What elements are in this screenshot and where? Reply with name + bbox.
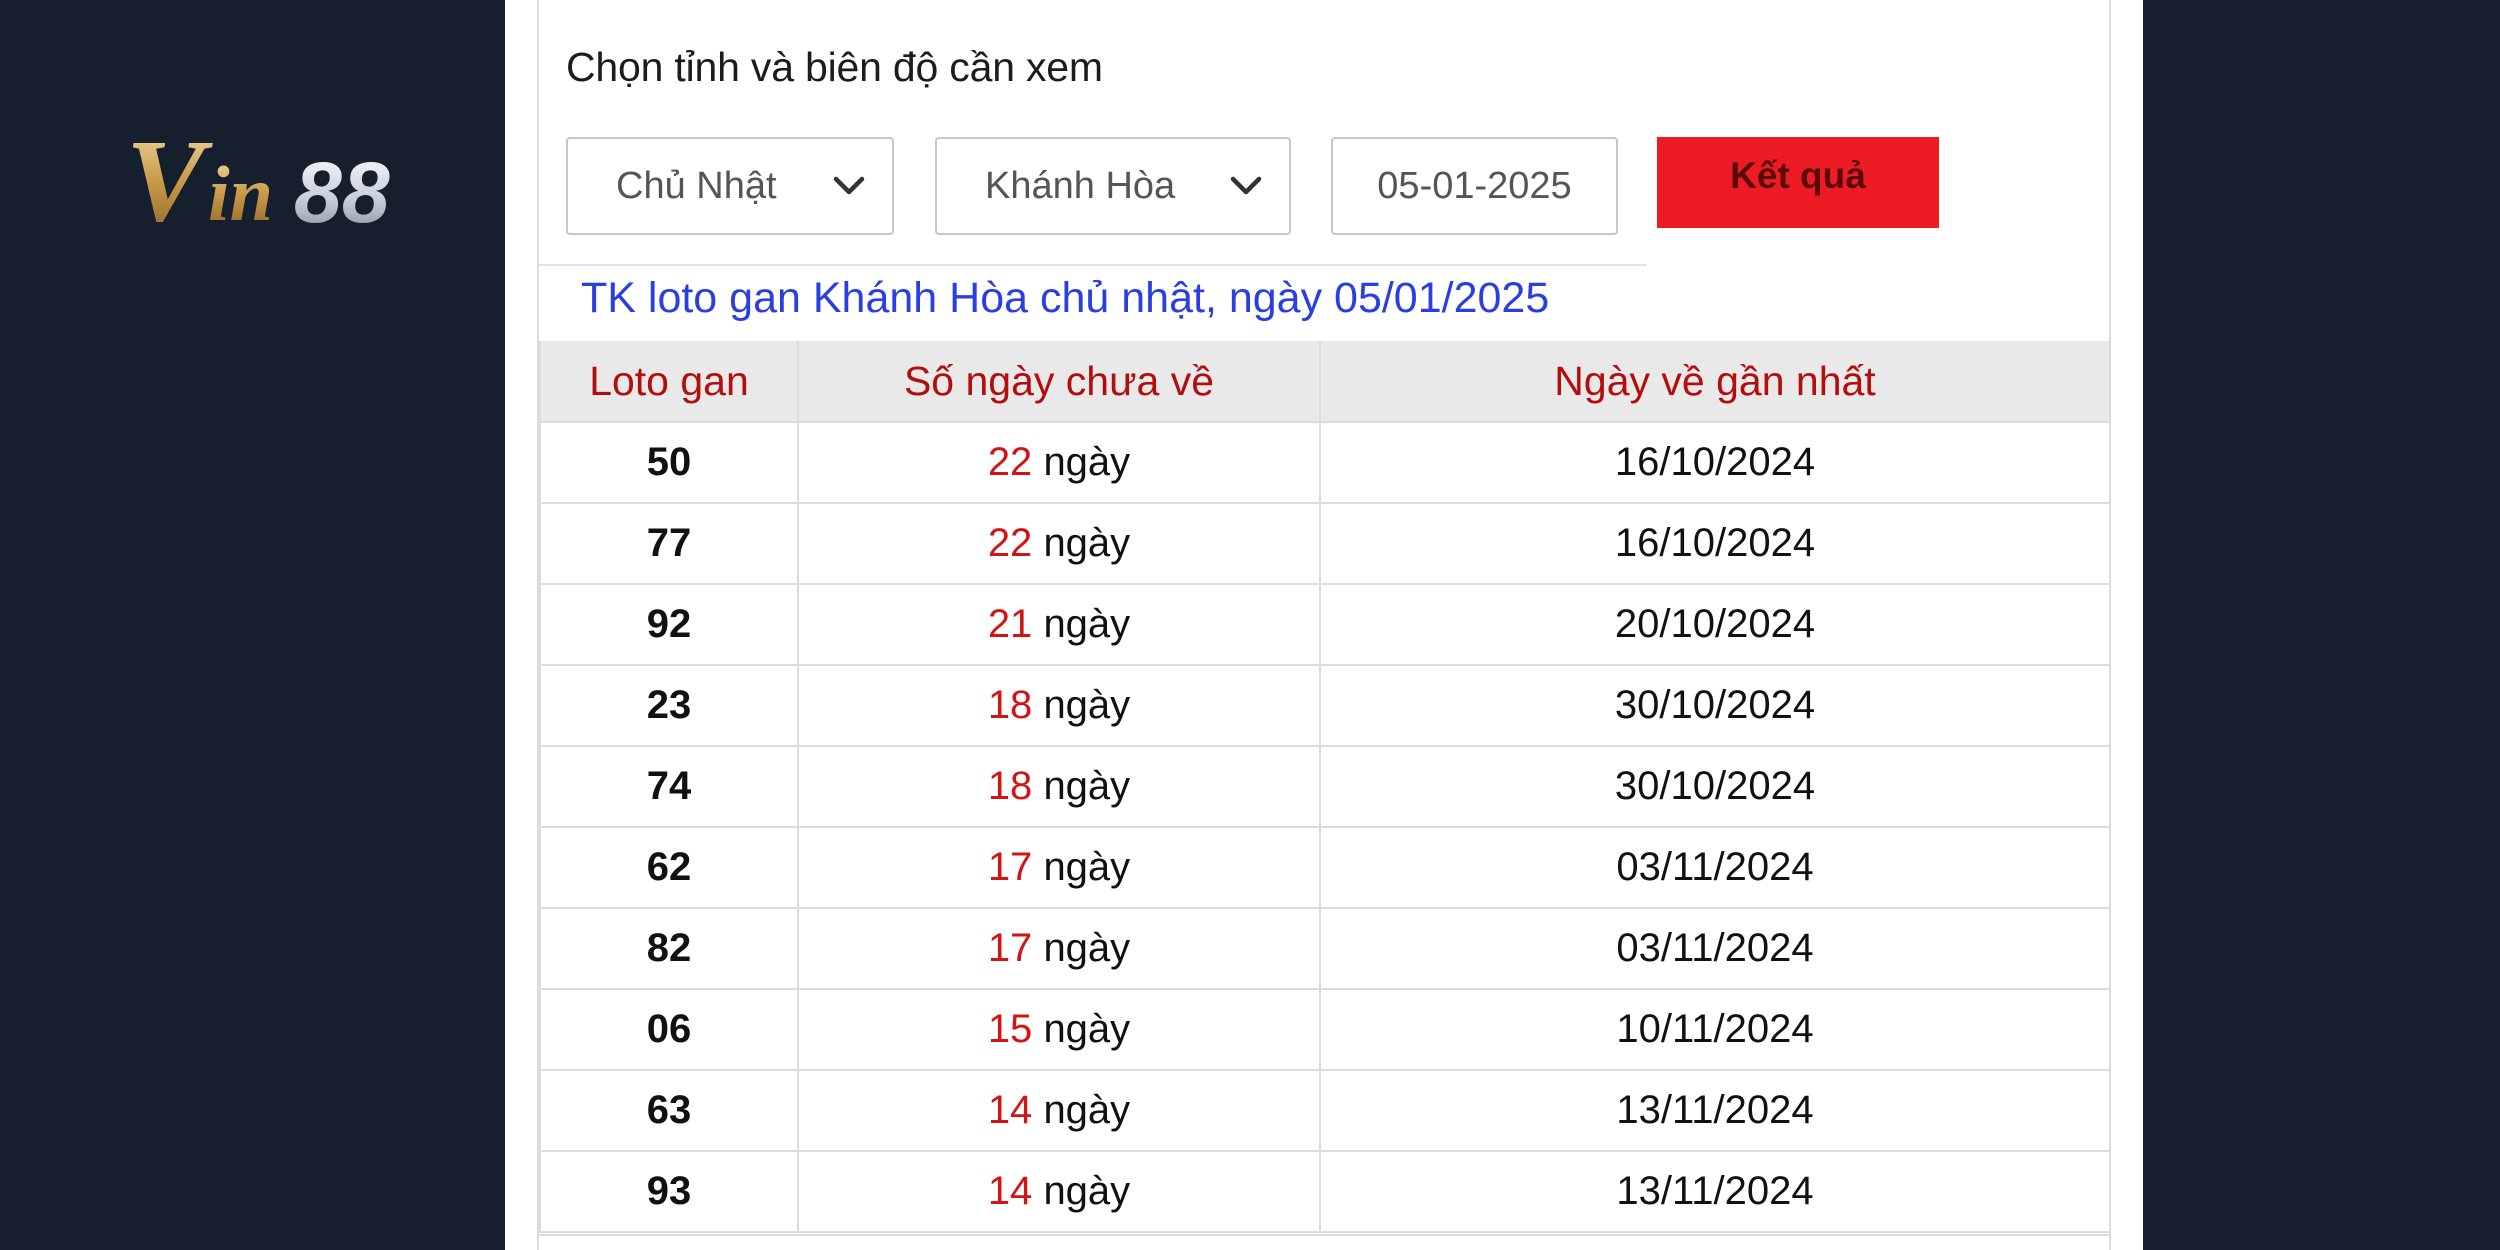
days-unit: ngày xyxy=(1043,521,1131,565)
content-panel: Chọn tỉnh và biên độ cần xem Chủ Nhật Kh… xyxy=(505,0,2143,1250)
loto-number: 63 xyxy=(539,1069,799,1152)
days-count: 21 xyxy=(987,602,1033,646)
loto-number: 93 xyxy=(539,1150,799,1233)
table-header-row: Loto gan Số ngày chưa về Ngày về gần nhấ… xyxy=(539,341,2111,422)
days-unit: ngày xyxy=(1043,440,1131,484)
days-cell: 17 ngày xyxy=(797,826,1321,909)
header-last-date: Ngày về gần nhất xyxy=(1319,341,2111,422)
table-row: 50 22 ngày 16/10/2024 xyxy=(539,421,2111,504)
days-cell: 15 ngày xyxy=(797,988,1321,1071)
svg-text:in: in xyxy=(208,150,273,237)
table-bottom-border xyxy=(539,1234,2109,1236)
chevron-down-icon xyxy=(833,176,865,195)
days-count: 15 xyxy=(987,1007,1033,1051)
days-cell: 22 ngày xyxy=(797,421,1321,504)
days-count: 14 xyxy=(987,1169,1033,1213)
loto-number: 77 xyxy=(539,502,799,585)
days-unit: ngày xyxy=(1043,764,1131,808)
days-cell: 14 ngày xyxy=(797,1150,1321,1233)
loto-gan-table: Loto gan Số ngày chưa về Ngày về gần nhấ… xyxy=(539,341,2111,1233)
day-select-value: Chủ Nhật xyxy=(616,164,777,207)
table-row: 23 18 ngày 30/10/2024 xyxy=(539,664,2111,747)
days-cell: 22 ngày xyxy=(797,502,1321,585)
svg-text:V: V xyxy=(126,118,213,238)
last-date: 03/11/2024 xyxy=(1319,826,2111,909)
last-date: 20/10/2024 xyxy=(1319,583,2111,666)
days-cell: 21 ngày xyxy=(797,583,1321,666)
days-cell: 18 ngày xyxy=(797,664,1321,747)
loto-number: 50 xyxy=(539,421,799,504)
table-row: 06 15 ngày 10/11/2024 xyxy=(539,988,2111,1071)
table-row: 92 21 ngày 20/10/2024 xyxy=(539,583,2111,666)
last-date: 13/11/2024 xyxy=(1319,1069,2111,1152)
loto-number: 82 xyxy=(539,907,799,990)
days-unit: ngày xyxy=(1043,602,1131,646)
last-date: 10/11/2024 xyxy=(1319,988,2111,1071)
days-unit: ngày xyxy=(1043,683,1131,727)
vin88-logo-graphic: V in 88 xyxy=(126,118,390,238)
last-date: 16/10/2024 xyxy=(1319,502,2111,585)
days-count: 22 xyxy=(987,521,1033,565)
days-count: 18 xyxy=(987,683,1033,727)
date-input[interactable] xyxy=(1331,137,1618,235)
days-cell: 14 ngày xyxy=(797,1069,1321,1152)
days-unit: ngày xyxy=(1043,1169,1131,1213)
table-row: 74 18 ngày 30/10/2024 xyxy=(539,745,2111,828)
days-count: 22 xyxy=(987,440,1033,484)
svg-text:88: 88 xyxy=(294,145,390,238)
table-row: 77 22 ngày 16/10/2024 xyxy=(539,502,2111,585)
days-count: 17 xyxy=(987,926,1033,970)
loto-number: 92 xyxy=(539,583,799,666)
table-row: 93 14 ngày 13/11/2024 xyxy=(539,1150,2111,1233)
vin88-logo: V in 88 xyxy=(120,118,480,238)
loto-number: 23 xyxy=(539,664,799,747)
result-button[interactable]: Kết quả xyxy=(1657,137,1939,228)
days-unit: ngày xyxy=(1043,926,1131,970)
days-count: 14 xyxy=(987,1088,1033,1132)
days-count: 18 xyxy=(987,764,1033,808)
days-cell: 17 ngày xyxy=(797,907,1321,990)
chevron-down-icon xyxy=(1230,176,1262,195)
filter-heading: Chọn tỉnh và biên độ cần xem xyxy=(566,44,1103,90)
table-row: 82 17 ngày 03/11/2024 xyxy=(539,907,2111,990)
last-date: 13/11/2024 xyxy=(1319,1150,2111,1233)
days-cell: 18 ngày xyxy=(797,745,1321,828)
divider xyxy=(537,264,1647,266)
province-select[interactable]: Khánh Hòa xyxy=(935,137,1291,235)
table-row: 62 17 ngày 03/11/2024 xyxy=(539,826,2111,909)
last-date: 03/11/2024 xyxy=(1319,907,2111,990)
header-days-missing: Số ngày chưa về xyxy=(797,341,1321,422)
header-loto-gan: Loto gan xyxy=(539,341,799,422)
days-unit: ngày xyxy=(1043,1088,1131,1132)
last-date: 30/10/2024 xyxy=(1319,745,2111,828)
loto-number: 06 xyxy=(539,988,799,1071)
loto-number: 62 xyxy=(539,826,799,909)
stats-caption: TK loto gan Khánh Hòa chủ nhật, ngày 05/… xyxy=(581,274,1550,322)
loto-number: 74 xyxy=(539,745,799,828)
province-select-value: Khánh Hòa xyxy=(985,164,1176,207)
days-unit: ngày xyxy=(1043,845,1131,889)
table-row: 63 14 ngày 13/11/2024 xyxy=(539,1069,2111,1152)
days-count: 17 xyxy=(987,845,1033,889)
last-date: 16/10/2024 xyxy=(1319,421,2111,504)
last-date: 30/10/2024 xyxy=(1319,664,2111,747)
days-unit: ngày xyxy=(1043,1007,1131,1051)
day-select[interactable]: Chủ Nhật xyxy=(566,137,894,235)
